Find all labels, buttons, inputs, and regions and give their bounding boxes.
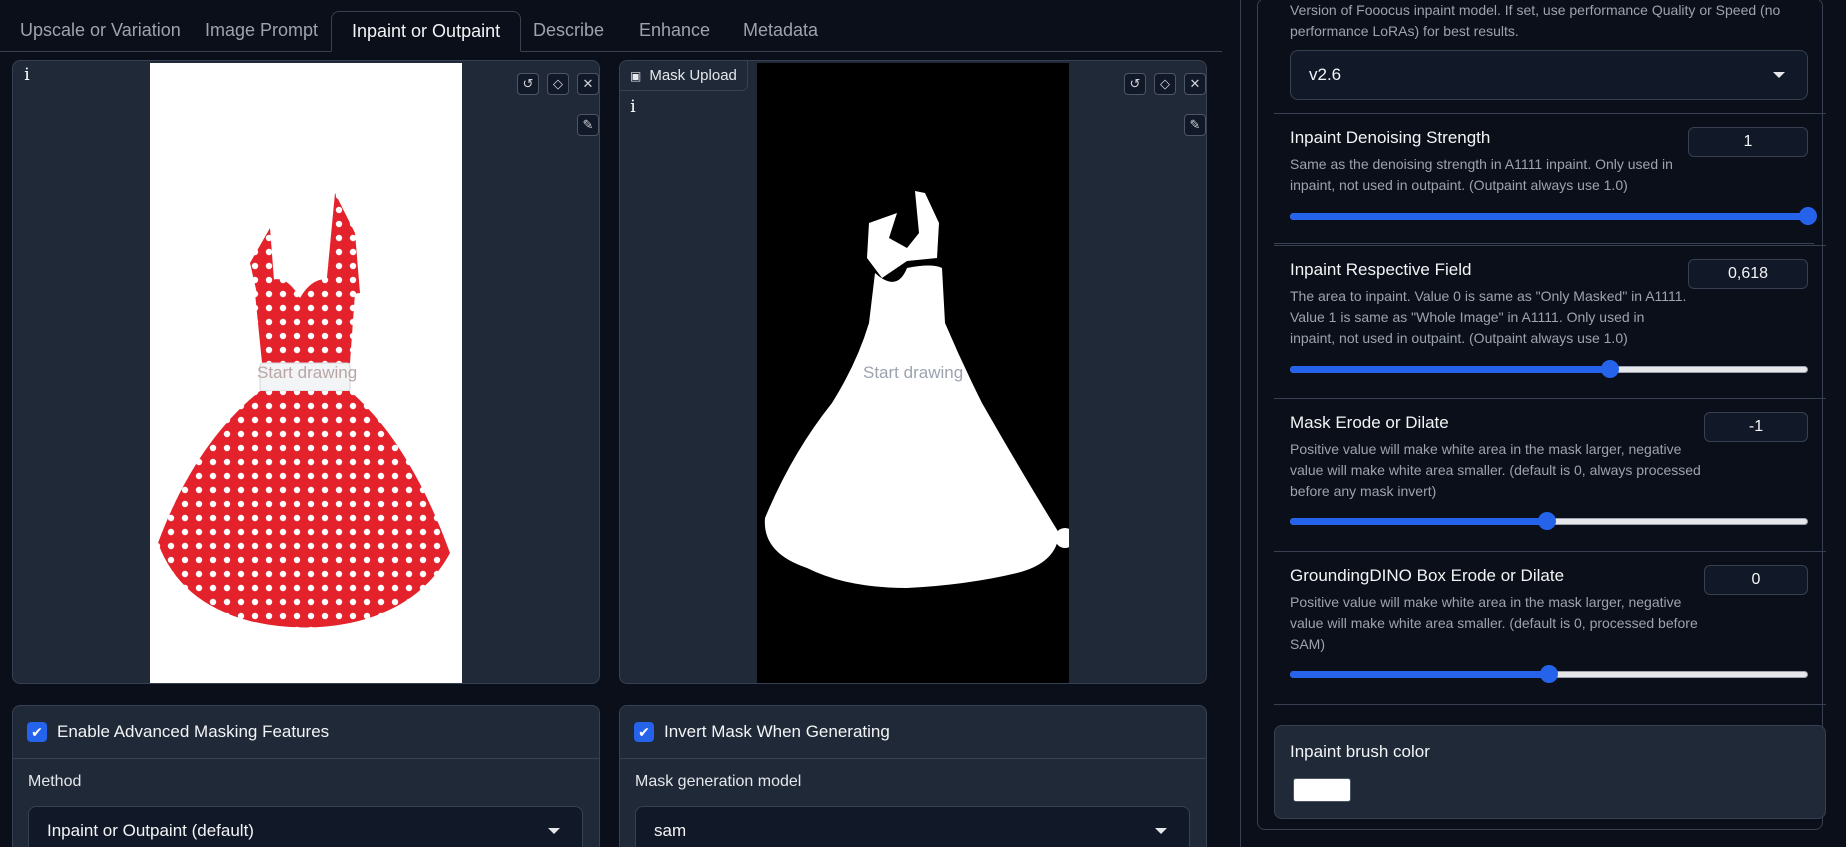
- brush-color-title: Inpaint brush color: [1290, 742, 1430, 761]
- respective-title: Inpaint Respective Field: [1290, 260, 1472, 279]
- mask-model-dropdown[interactable]: sam: [635, 806, 1190, 847]
- undo-icon[interactable]: ↺: [1124, 73, 1146, 95]
- mask-canvas[interactable]: ▣ Mask Upload i ↺ ◇ ✕ ✎ Start drawing: [619, 60, 1207, 684]
- mask-model-label: Mask generation model: [635, 773, 802, 790]
- erode-number-input[interactable]: -1: [1704, 412, 1808, 442]
- mask-upload-label: Mask Upload: [649, 67, 737, 84]
- divider: [1274, 245, 1826, 246]
- dino-number-input[interactable]: 0: [1704, 565, 1808, 595]
- canvas-placeholder: Start drawing: [863, 363, 964, 382]
- dino-description: Positive value will make white area in t…: [1290, 594, 1698, 652]
- brush-icon[interactable]: ✎: [1184, 114, 1206, 136]
- divider: [620, 758, 1206, 759]
- invert-mask-label: Invert Mask When Generating: [664, 722, 890, 741]
- tab-image-prompt[interactable]: Image Prompt: [185, 11, 338, 52]
- tab-enhance[interactable]: Enhance: [619, 11, 730, 52]
- canvas-placeholder: Start drawing: [257, 363, 358, 382]
- divider: [1274, 398, 1826, 399]
- info-icon[interactable]: i: [14, 62, 40, 88]
- respective-description: The area to inpaint. Value 0 is same as …: [1290, 288, 1687, 346]
- eraser-icon[interactable]: ◇: [1154, 73, 1176, 95]
- info-icon[interactable]: i: [620, 94, 646, 120]
- check-icon: ✔: [27, 722, 47, 742]
- advanced-masking-panel: ✔ Enable Advanced Masking Features Metho…: [12, 705, 600, 847]
- tab-upscale-or-variation[interactable]: Upscale or Variation: [0, 11, 201, 52]
- tab-inpaint-or-outpaint[interactable]: Inpaint or Outpaint: [331, 11, 522, 52]
- close-icon[interactable]: ✕: [1184, 73, 1206, 95]
- denoise-description: Same as the denoising strength in A1111 …: [1290, 156, 1673, 193]
- denoise-title: Inpaint Denoising Strength: [1290, 128, 1491, 147]
- tab-metadata[interactable]: Metadata: [723, 11, 838, 52]
- close-icon[interactable]: ✕: [577, 73, 599, 95]
- slider-fill: [1290, 213, 1808, 220]
- mask-model-value: sam: [654, 821, 687, 840]
- erode-title: Mask Erode or Dilate: [1290, 413, 1449, 432]
- mask-upload-tab[interactable]: ▣ Mask Upload: [620, 61, 748, 91]
- denoise-slider[interactable]: [1290, 207, 1817, 225]
- enable-advanced-masking-label: Enable Advanced Masking Features: [57, 722, 330, 741]
- eraser-icon[interactable]: ◇: [547, 73, 569, 95]
- engine-description: Version of Fooocus inpaint model. If set…: [1290, 2, 1781, 39]
- respective-number-input[interactable]: 0,618: [1688, 259, 1808, 289]
- brush-color-panel: Inpaint brush color: [1274, 725, 1826, 819]
- slider-thumb[interactable]: [1601, 360, 1620, 378]
- inpaint-image-canvas[interactable]: i ↺ ◇ ✕ ✎ Start drawing: [12, 60, 600, 684]
- undo-icon[interactable]: ↺: [517, 73, 539, 95]
- mask-options-panel: ✔ Invert Mask When Generating Mask gener…: [619, 705, 1207, 847]
- tab-describe[interactable]: Describe: [513, 11, 624, 52]
- slider-fill: [1290, 518, 1548, 525]
- method-dropdown[interactable]: Inpaint or Outpaint (default): [28, 806, 583, 847]
- divider: [1274, 113, 1826, 114]
- erode-description: Positive value will make white area in t…: [1290, 441, 1701, 499]
- method-value: Inpaint or Outpaint (default): [47, 821, 254, 840]
- respective-slider[interactable]: [1290, 360, 1808, 378]
- image-icon: ▣: [630, 69, 642, 83]
- slider-fill: [1290, 366, 1611, 373]
- divider: [1274, 704, 1826, 705]
- chevron-down-icon: [1155, 828, 1167, 834]
- invert-mask-checkbox[interactable]: ✔ Invert Mask When Generating: [634, 722, 890, 742]
- slider-thumb[interactable]: [1799, 207, 1817, 225]
- denoise-number-input[interactable]: 1: [1688, 127, 1808, 157]
- brush-color-swatch[interactable]: [1293, 778, 1351, 802]
- method-label: Method: [28, 773, 82, 790]
- inpaint-engine-dropdown[interactable]: v2.6: [1290, 50, 1808, 100]
- divider: [13, 758, 599, 759]
- chevron-down-icon: [548, 828, 560, 834]
- erode-slider[interactable]: [1290, 512, 1808, 530]
- slider-thumb[interactable]: [1540, 665, 1558, 683]
- tab-bar: Upscale or Variation Image Prompt Inpain…: [0, 0, 1222, 52]
- slider-fill: [1290, 671, 1549, 678]
- enable-advanced-masking-checkbox[interactable]: ✔ Enable Advanced Masking Features: [27, 722, 329, 742]
- chevron-down-icon: [1773, 72, 1785, 78]
- dino-title: GroundingDINO Box Erode or Dilate: [1290, 566, 1565, 585]
- dino-slider[interactable]: [1290, 665, 1808, 683]
- divider: [1274, 551, 1826, 552]
- engine-value: v2.6: [1309, 65, 1342, 84]
- brush-icon[interactable]: ✎: [577, 114, 599, 136]
- check-icon: ✔: [634, 722, 654, 742]
